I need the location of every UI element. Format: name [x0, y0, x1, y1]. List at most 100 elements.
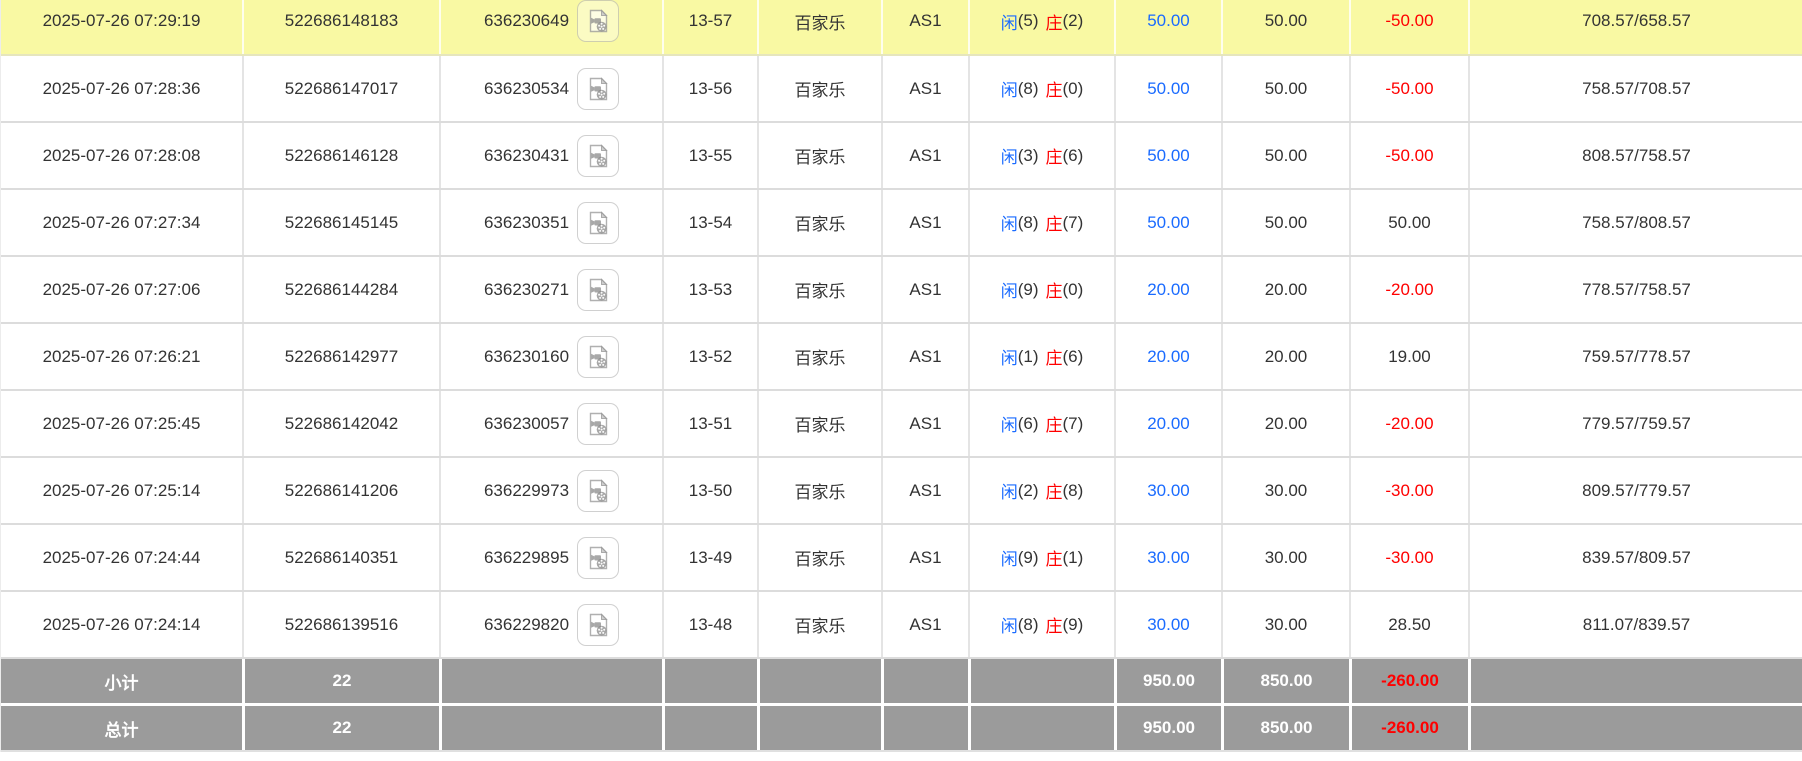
video-file-icon	[589, 210, 608, 234]
win-loss-amount: 50.00	[1388, 212, 1431, 232]
valid-amount-total: 850.00	[1260, 671, 1313, 690]
round-id-cell: 636229820	[439, 592, 662, 657]
round-no-cell: 13-53	[662, 257, 757, 322]
valid-amount: 30.00	[1264, 480, 1308, 500]
round-id-cell: 636230351	[439, 190, 662, 255]
round-no-cell: 13-51	[662, 391, 757, 456]
bet-amount: 30.00	[1147, 547, 1190, 567]
balance: 758.57/808.57	[1582, 212, 1691, 232]
player-result-points: (9)	[1017, 279, 1039, 299]
bet-id: 522686148183	[284, 11, 399, 30]
table-row[interactable]: 2025-07-26 07:29:19 522686148183 636230649…	[1, 0, 1802, 56]
bet-time: 2025-07-26 07:25:14	[42, 480, 201, 500]
bet-id-cell: 522686139516	[242, 592, 439, 657]
bet-id: 522686144284	[284, 279, 399, 299]
round-no-cell	[662, 706, 757, 750]
table-name-cell: AS1	[881, 56, 968, 121]
table-name: AS1	[909, 78, 942, 98]
bet-amount: 50.00	[1147, 11, 1190, 30]
game-type: 百家乐	[794, 483, 846, 502]
table-row[interactable]: 2025-07-26 07:25:45 522686142042 636230057…	[1, 391, 1802, 458]
table-name: AS1	[909, 547, 942, 567]
win-loss-cell: -50.00	[1349, 123, 1468, 188]
video-replay-button[interactable]	[577, 67, 620, 110]
balance-cell	[1468, 706, 1802, 750]
game-type: 百家乐	[794, 81, 846, 100]
time-cell: 2025-07-26 07:27:06	[1, 257, 242, 322]
table-name: AS1	[909, 346, 942, 366]
table-row[interactable]: 2025-07-26 07:24:14 522686139516 636229820…	[1, 592, 1802, 659]
game-type-cell	[757, 659, 881, 703]
round-no: 13-56	[688, 78, 733, 98]
round-id-cell: 636229973	[439, 458, 662, 523]
video-replay-button[interactable]	[577, 0, 620, 42]
table-row[interactable]: 2025-07-26 07:27:06 522686144284 636230271…	[1, 257, 1802, 324]
round-id: 636229820	[483, 614, 570, 634]
banker-result-label: 庄	[1045, 483, 1063, 502]
table-row[interactable]: 2025-07-26 07:26:21 522686142977 636230160…	[1, 324, 1802, 391]
player-result-label: 闲	[1000, 617, 1018, 636]
time-total: 总计	[104, 720, 139, 740]
table-row[interactable]: 2025-07-26 07:27:34 522686145145 636230351…	[1, 190, 1802, 257]
game-type: 百家乐	[794, 215, 846, 234]
video-replay-button[interactable]	[577, 335, 620, 378]
game-type-cell: 百家乐	[757, 257, 881, 322]
video-replay-button[interactable]	[577, 268, 620, 311]
banker-result-points: (6)	[1062, 145, 1084, 165]
balance: 759.57/778.57	[1582, 346, 1691, 366]
time-cell: 2025-07-26 07:26:21	[1, 324, 242, 389]
video-replay-button[interactable]	[577, 134, 620, 177]
valid-amount: 50.00	[1264, 78, 1308, 98]
player-result-label: 闲	[1000, 81, 1018, 100]
bet-amount-cell: 20.00	[1114, 391, 1221, 456]
video-replay-button[interactable]	[577, 201, 620, 244]
bet-amount-cell: 30.00	[1114, 592, 1221, 657]
banker-result-label: 庄	[1045, 550, 1063, 569]
table-name-cell: AS1	[881, 123, 968, 188]
bet-id: 522686147017	[284, 78, 399, 98]
video-replay-button[interactable]	[577, 536, 620, 579]
table-row[interactable]: 2025-07-26 07:28:08 522686146128 636230431…	[1, 123, 1802, 190]
bet-amount-cell: 30.00	[1114, 458, 1221, 523]
player-result-points: (2)	[1017, 480, 1039, 500]
time-cell: 2025-07-26 07:28:08	[1, 123, 242, 188]
table-name: AS1	[909, 11, 942, 30]
round-id: 636229895	[483, 547, 570, 567]
round-no: 13-49	[688, 547, 733, 567]
bet-id: 522686146128	[284, 145, 399, 165]
round-id-cell: 636230534	[439, 56, 662, 121]
bet-id-cell: 522686146128	[242, 123, 439, 188]
table-name: AS1	[909, 614, 942, 634]
table-row[interactable]: 2025-07-26 07:24:44 522686140351 636229895…	[1, 525, 1802, 592]
player-result-label: 闲	[1000, 215, 1018, 234]
win-loss-cell: -30.00	[1349, 458, 1468, 523]
player-result-points: (5)	[1017, 11, 1039, 30]
valid-amount: 50.00	[1264, 145, 1308, 165]
video-replay-button[interactable]	[577, 402, 620, 445]
bet-amount: 50.00	[1147, 78, 1190, 98]
bet-id: 522686142042	[284, 413, 399, 433]
video-replay-button[interactable]	[577, 469, 620, 512]
time-cell: 2025-07-26 07:25:14	[1, 458, 242, 523]
game-type: 百家乐	[794, 148, 846, 167]
valid-amount-cell: 50.00	[1221, 56, 1349, 121]
table-row[interactable]: 2025-07-26 07:28:36 522686147017 636230534…	[1, 56, 1802, 123]
video-file-icon	[589, 545, 608, 569]
round-no: 13-50	[688, 480, 733, 500]
round-id-cell: 636230649	[439, 0, 662, 54]
video-replay-button[interactable]	[577, 603, 620, 646]
game-type: 百家乐	[794, 349, 846, 368]
game-type-cell: 百家乐	[757, 525, 881, 590]
round-id-cell: 636229895	[439, 525, 662, 590]
banker-result-points: (7)	[1062, 413, 1084, 433]
round-no-cell: 13-56	[662, 56, 757, 121]
round-no-cell: 13-50	[662, 458, 757, 523]
banker-result-label: 庄	[1045, 215, 1063, 234]
round-id-cell: 636230271	[439, 257, 662, 322]
round-no-cell	[662, 659, 757, 703]
balance: 811.07/839.57	[1582, 614, 1691, 634]
table-row[interactable]: 2025-07-26 07:25:14 522686141206 636229973…	[1, 458, 1802, 525]
table-name-cell: AS1	[881, 391, 968, 456]
round-id: 636230160	[483, 346, 570, 366]
result-cell: 闲 (5) 庄 (2)	[968, 0, 1114, 54]
